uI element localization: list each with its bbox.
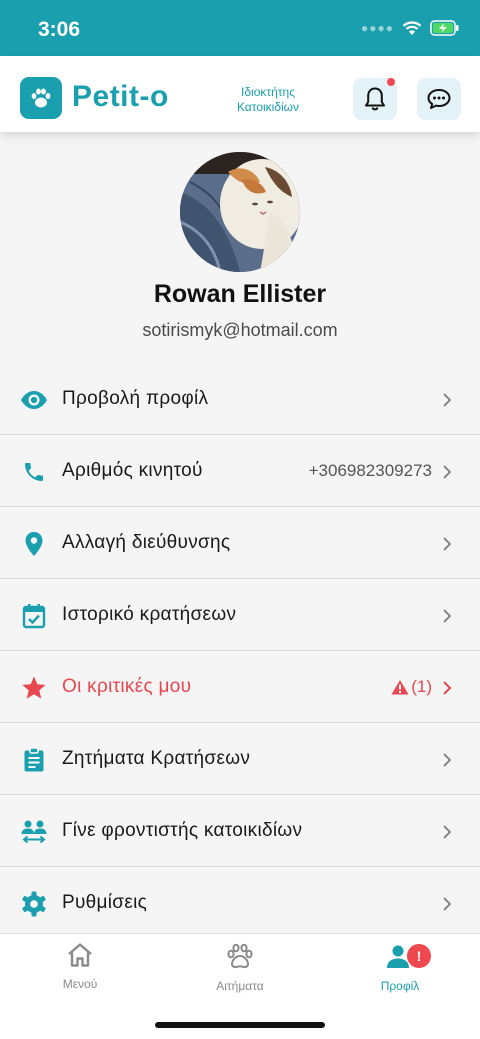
profile-name: Rowan Ellister: [153, 280, 327, 308]
menu-item-label: Ιστορικό κρατήσεων: [62, 603, 237, 625]
app-header: Petit-o Ιδιοκτήτης Κατοικιδίων: [0, 56, 480, 132]
chevron-right-icon: [443, 537, 452, 551]
battery-charging-icon: [430, 20, 459, 36]
menu-item-label: Γίνε φροντιστής κατοικιδίων: [62, 819, 303, 841]
menu-item-booking-issues[interactable]: Ζητήματα Κρατήσεων: [0, 723, 480, 795]
menu-item-label: Προβολή προφίλ: [62, 387, 209, 409]
signal-icon: ●●●●: [361, 21, 394, 35]
tab-profile[interactable]: ! Προφίλ: [340, 942, 460, 993]
paw-logo-icon: [31, 88, 51, 108]
menu-item-change-address[interactable]: Αλλαγή διεύθυνσης: [0, 507, 480, 579]
status-icons: ●●●●: [361, 20, 460, 36]
tab-label: Αιτήματα: [216, 979, 264, 993]
warning-count: (1): [411, 676, 432, 696]
wifi-icon: [402, 21, 422, 35]
chevron-right-icon: [443, 897, 452, 911]
warning-icon: [391, 679, 409, 694]
menu-item-label: Οι κριτικές μου: [62, 675, 192, 697]
phone-number-value: +306982309273: [308, 460, 432, 480]
menu-item-settings[interactable]: Ρυθμίσεις: [0, 867, 480, 939]
profile-alert-badge: !: [407, 944, 431, 968]
star-icon: [20, 674, 48, 702]
menu-item-booking-history[interactable]: Ιστορικό κρατήσεων: [0, 579, 480, 651]
tab-menu[interactable]: Μενού: [20, 942, 140, 991]
chevron-right-icon: [443, 393, 452, 407]
gear-icon: [20, 890, 48, 918]
menu-item-label: Ζητήματα Κρατήσεων: [62, 747, 251, 769]
logo: [20, 77, 62, 119]
tab-requests[interactable]: Αιτήματα: [180, 942, 300, 993]
home-indicator: [155, 1022, 325, 1028]
chevron-right-icon: [443, 465, 452, 479]
chevron-right-icon: [443, 753, 452, 767]
profile-menu: Προβολή προφίλ Αριθμός κινητού +30698230…: [0, 363, 480, 939]
messages-button[interactable]: [417, 78, 461, 120]
reviews-warning: (1): [391, 677, 432, 697]
home-icon: [68, 943, 92, 967]
user-role: Ιδιοκτήτης Κατοικιδίων: [226, 85, 310, 115]
status-bar: 3:06 ●●●●: [0, 0, 480, 56]
profile-avatar[interactable]: [180, 152, 300, 272]
chevron-right-icon: [443, 609, 452, 623]
brand-name: Petit-o: [72, 80, 169, 113]
menu-item-label: Αριθμός κινητού: [62, 459, 203, 481]
people-swap-icon: [20, 818, 48, 846]
notification-dot: [387, 78, 395, 86]
menu-item-label: Ρυθμίσεις: [62, 892, 148, 913]
calendar-check-icon: [20, 602, 48, 630]
chevron-right-icon: [443, 825, 452, 839]
tab-label: Μενού: [62, 977, 98, 991]
menu-item-view-profile[interactable]: Προβολή προφίλ: [0, 363, 480, 435]
avatar-photo: [180, 152, 300, 272]
user-role-line2: Κατοικιδίων: [236, 100, 300, 114]
menu-item-label: Αλλαγή διεύθυνσης: [62, 531, 231, 553]
status-time: 3:06: [38, 18, 81, 41]
user-role-line1: Ιδιοκτήτης: [241, 85, 295, 99]
bell-icon: [365, 87, 385, 111]
eye-icon: [20, 386, 48, 414]
chevron-right-icon: [443, 681, 452, 695]
profile-email: sotirismyk@hotmail.com: [142, 320, 338, 340]
notifications-button[interactable]: [353, 78, 397, 120]
menu-item-become-sitter[interactable]: Γίνε φροντιστής κατοικιδίων: [0, 795, 480, 867]
clipboard-icon: [20, 746, 48, 774]
chat-icon: [427, 89, 451, 109]
menu-item-phone[interactable]: Αριθμός κινητού +306982309273: [0, 435, 480, 507]
location-pin-icon: [20, 530, 48, 558]
tab-label: Προφίλ: [380, 979, 420, 993]
phone-icon: [20, 458, 48, 486]
menu-item-my-reviews[interactable]: Οι κριτικές μου (1): [0, 651, 480, 723]
paw-icon: [227, 943, 253, 969]
